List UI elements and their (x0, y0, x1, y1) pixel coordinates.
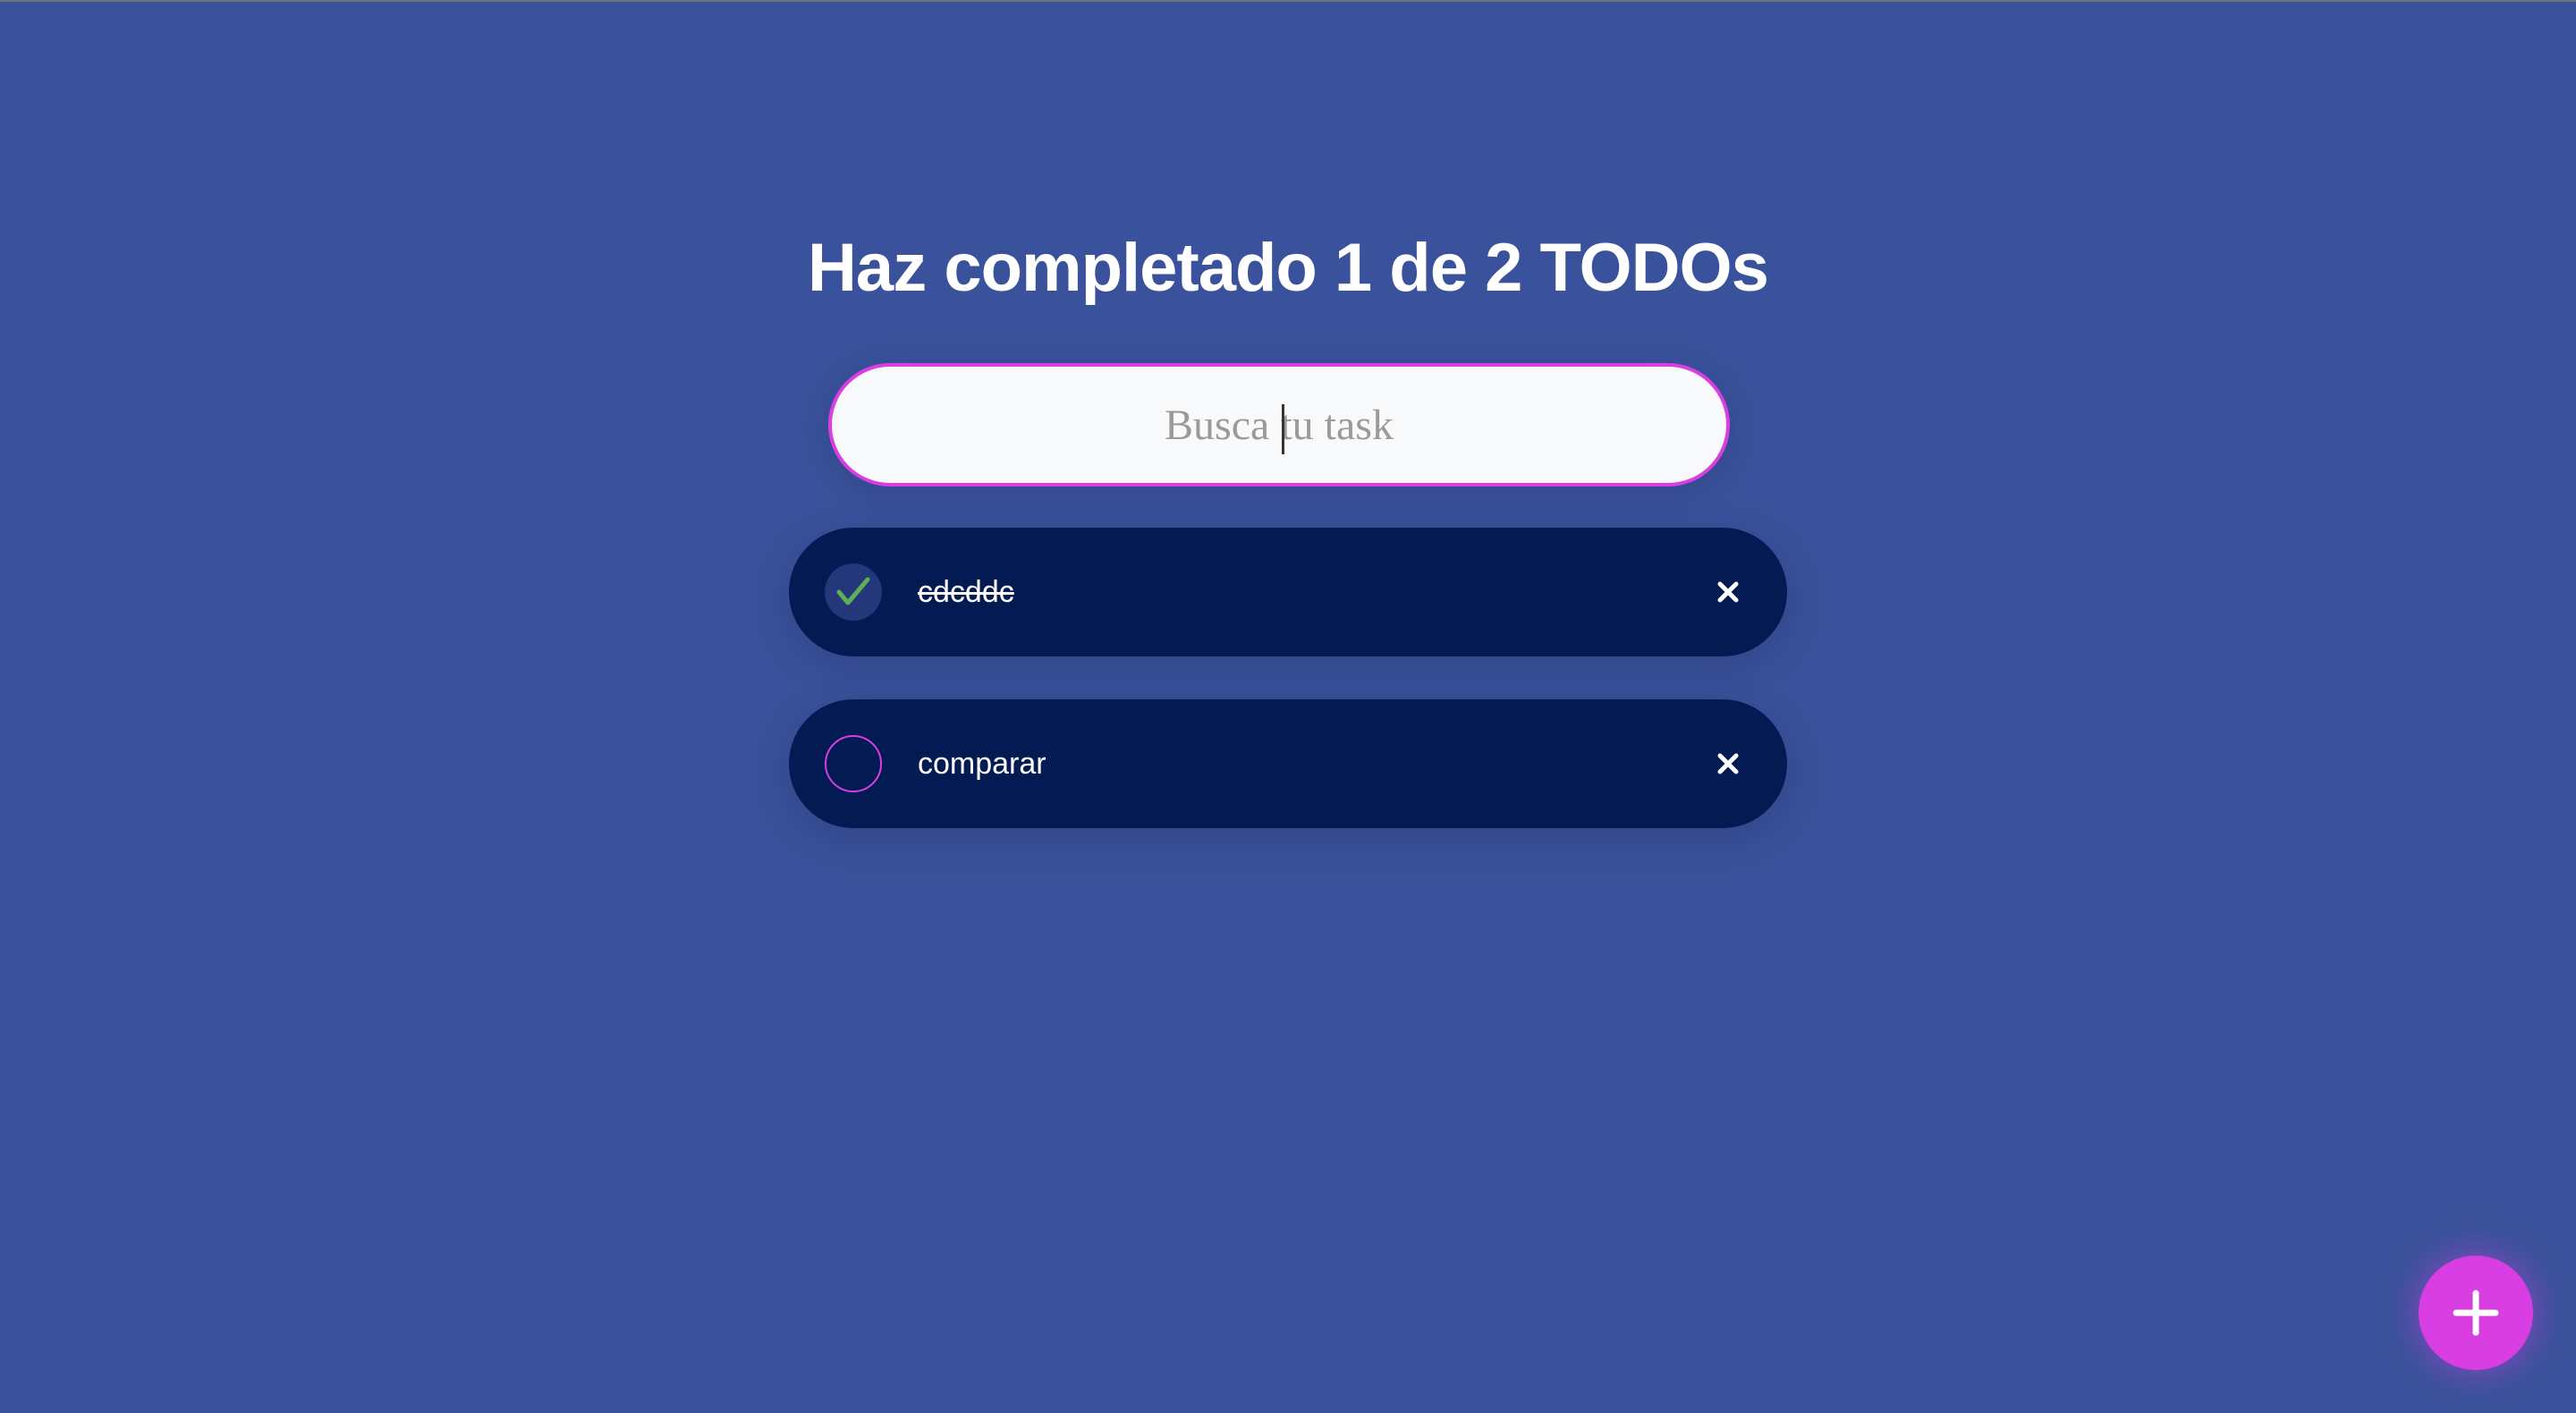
todo-item: cdcddc (789, 528, 1787, 656)
add-todo-button[interactable] (2419, 1256, 2533, 1370)
todo-check-button[interactable] (825, 735, 882, 792)
todo-check-button[interactable] (825, 563, 882, 621)
delete-todo-button[interactable] (1708, 572, 1748, 612)
todo-text: cdcddc (918, 575, 1014, 609)
todo-item: comparar (789, 699, 1787, 828)
close-icon (1717, 581, 1739, 603)
todo-app: Haz completado 1 de 2 TODOs cdcddc compa… (0, 0, 2576, 1413)
delete-todo-button[interactable] (1708, 744, 1748, 783)
close-icon (1717, 753, 1739, 774)
todo-list: cdcddc comparar (789, 528, 1787, 871)
search-input[interactable] (832, 367, 1726, 483)
check-icon (836, 577, 870, 605)
page-title: Haz completado 1 de 2 TODOs (808, 230, 1769, 306)
search-box[interactable] (828, 363, 1730, 487)
plus-icon (2453, 1290, 2499, 1336)
text-cursor (1282, 404, 1284, 454)
todo-text: comparar (918, 747, 1046, 781)
